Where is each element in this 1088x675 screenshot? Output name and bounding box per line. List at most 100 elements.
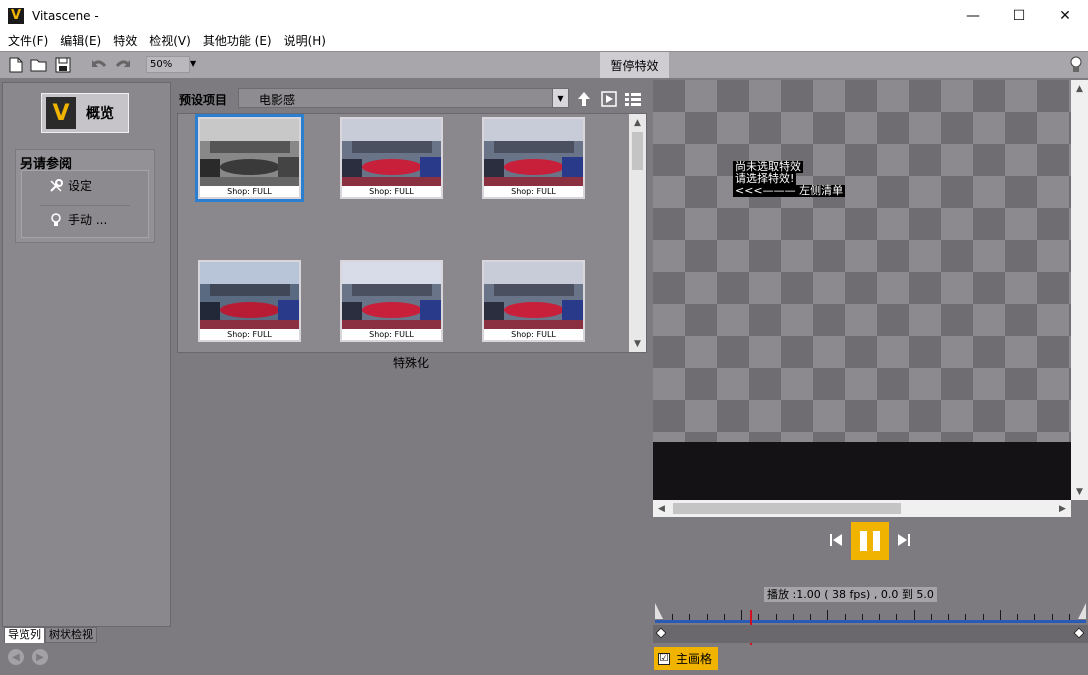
timeline-tick xyxy=(689,614,690,620)
timeline-tick xyxy=(948,614,949,620)
preview-horizontal-scrollbar[interactable]: ◀ ▶ xyxy=(653,500,1071,517)
tab-navigation[interactable]: 导览列 xyxy=(4,627,45,643)
new-file-icon[interactable] xyxy=(7,56,25,74)
close-button[interactable]: ✕ xyxy=(1042,0,1088,31)
master-grid-checkbox[interactable]: ☑ xyxy=(658,652,670,665)
scroll-right-icon[interactable]: ▶ xyxy=(1054,500,1071,517)
settings-link[interactable]: 设定 xyxy=(48,177,92,194)
toolbar: 50% ▼ 暂停特效 xyxy=(0,51,1088,78)
timeline-tick xyxy=(1034,614,1035,620)
skip-to-start-icon[interactable] xyxy=(829,533,843,547)
timeline[interactable] xyxy=(655,603,1086,645)
chevron-down-icon[interactable]: ▼ xyxy=(552,89,568,107)
keyframe-track xyxy=(653,625,1088,643)
timeline-tick xyxy=(1052,614,1053,620)
timeline-start-marker[interactable] xyxy=(655,603,663,619)
history-nav: ◀ ▶ xyxy=(8,649,56,665)
timeline-track xyxy=(655,620,1086,623)
preset-thumbnail-grid: Shop: FULL Shop: FULL Shop: FULL Shop: F… xyxy=(177,113,647,353)
timeline-tick xyxy=(1017,614,1018,620)
forward-arrow-icon[interactable]: ▶ xyxy=(32,649,48,665)
panel-tabs: 导览列 树状检视 xyxy=(4,627,97,643)
skip-to-end-icon[interactable] xyxy=(897,533,911,547)
pause-effects-button[interactable]: 暂停特效 xyxy=(600,52,669,78)
timeline-tick xyxy=(793,614,794,620)
minimize-button[interactable]: — xyxy=(950,0,996,31)
scroll-left-icon[interactable]: ◀ xyxy=(653,500,670,517)
scroll-up-icon[interactable]: ▲ xyxy=(1071,80,1088,97)
preset-thumbnail[interactable]: Shop: FULL xyxy=(482,117,585,199)
category-label: 特殊化 xyxy=(393,356,430,370)
timeline-tick xyxy=(862,614,863,620)
preset-thumbnail[interactable]: Shop: FULL xyxy=(482,260,585,342)
menu-effects[interactable]: 特效 xyxy=(107,31,143,51)
preset-dropdown[interactable]: 电影感 ▼ xyxy=(238,88,569,108)
overview-button[interactable]: V 概览 xyxy=(41,93,129,133)
menu-help[interactable]: 说明(H) xyxy=(278,31,332,51)
timeline-tick xyxy=(672,614,673,620)
timeline-tick xyxy=(724,614,725,620)
scroll-up-icon[interactable]: ▲ xyxy=(629,114,646,131)
timeline-tick xyxy=(810,614,811,620)
scrollbar-thumb[interactable] xyxy=(632,132,643,170)
thumbnail-scrollbar[interactable]: ▲ ▼ xyxy=(629,114,646,352)
menu-bar: 文件(F) 编辑(E) 特效 检视(V) 其他功能 (E) 说明(H) xyxy=(0,31,1088,51)
thumbnail-image xyxy=(200,262,299,329)
save-icon[interactable] xyxy=(54,56,72,74)
master-grid-label: 主画格 xyxy=(676,652,713,666)
open-folder-icon[interactable] xyxy=(30,56,48,74)
back-arrow-icon[interactable]: ◀ xyxy=(8,649,24,665)
preset-label: 预设项目 xyxy=(179,93,228,107)
scrollbar-thumb[interactable] xyxy=(673,503,901,514)
scroll-down-icon[interactable]: ▼ xyxy=(1071,483,1088,500)
chevron-down-icon[interactable]: ▼ xyxy=(190,59,196,68)
redo-icon[interactable] xyxy=(114,56,132,74)
thumbnail-label: Shop: FULL xyxy=(200,329,299,340)
preset-thumbnail[interactable]: Shop: FULL xyxy=(340,117,443,199)
bulb-icon xyxy=(48,212,64,228)
thumbnail-label: Shop: FULL xyxy=(342,186,441,197)
keyframe-diamond[interactable] xyxy=(1073,627,1085,639)
thumbnail-image xyxy=(342,119,441,186)
preview-letterbox xyxy=(653,442,1071,500)
master-grid-toggle[interactable]: ☑ 主画格 xyxy=(654,647,718,670)
preview-vertical-scrollbar[interactable]: ▲ ▼ xyxy=(1071,80,1088,500)
thumbnail-image xyxy=(484,262,583,329)
title-bar: V Vitascene - — ☐ ✕ xyxy=(0,0,1088,31)
overview-label: 概览 xyxy=(86,106,114,122)
preset-dropdown-value: 电影感 xyxy=(259,93,296,107)
timeline-tick xyxy=(845,614,846,620)
settings-link-label: 设定 xyxy=(68,179,93,193)
up-arrow-icon[interactable] xyxy=(575,90,593,108)
thumbnail-label: Shop: FULL xyxy=(484,186,583,197)
play-preset-icon[interactable] xyxy=(600,90,618,108)
see-also-links: 设定 手动 ... xyxy=(21,170,149,238)
divider xyxy=(40,205,130,206)
tab-tree-view[interactable]: 树状检视 xyxy=(45,627,97,643)
thumbnail-label: Shop: FULL xyxy=(200,186,299,197)
timeline-tick xyxy=(758,614,759,620)
zoom-select[interactable]: 50% xyxy=(146,56,190,73)
preset-thumbnail[interactable]: Shop: FULL xyxy=(198,260,301,342)
menu-view[interactable]: 检视(V) xyxy=(143,31,197,51)
scroll-down-icon[interactable]: ▼ xyxy=(629,335,646,352)
preset-thumbnail[interactable]: Shop: FULL xyxy=(340,260,443,342)
keyframe-diamond[interactable] xyxy=(655,627,667,639)
timeline-tick xyxy=(931,614,932,620)
window-controls: — ☐ ✕ xyxy=(950,0,1088,31)
preset-thumbnail[interactable]: Shop: FULL xyxy=(195,114,304,202)
thumbnail-image xyxy=(484,119,583,186)
bulb-icon[interactable] xyxy=(1070,56,1082,77)
undo-icon[interactable] xyxy=(90,56,108,74)
pause-button[interactable] xyxy=(851,522,889,560)
menu-file[interactable]: 文件(F) xyxy=(2,31,54,51)
menu-other[interactable]: 其他功能 (E) xyxy=(197,31,278,51)
maximize-button[interactable]: ☐ xyxy=(996,0,1042,31)
effect-preview: 尚未选取特效 请选择特效! <<<——— 左侧清单 xyxy=(653,80,1071,442)
window-title: Vitascene - xyxy=(32,8,99,23)
manual-link[interactable]: 手动 ... xyxy=(48,211,107,228)
list-view-icon[interactable] xyxy=(624,90,642,108)
timeline-tick xyxy=(1000,610,1001,620)
menu-edit[interactable]: 编辑(E) xyxy=(54,31,107,51)
timeline-end-marker[interactable] xyxy=(1078,603,1086,619)
